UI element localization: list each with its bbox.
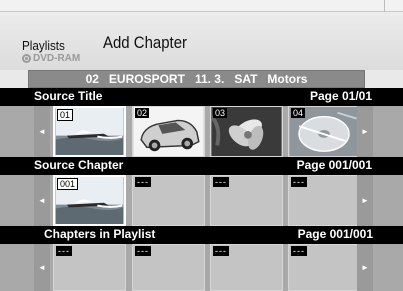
chapter-slot-empty[interactable]: --- [210, 175, 283, 226]
media-type: DVD-RAM [22, 53, 80, 64]
media-type-label: DVD-RAM [33, 53, 81, 64]
top-strip-divider [384, 0, 385, 12]
top-strip [0, 0, 403, 12]
source-chapter-panel: Source Chapter Page 001/001 ◄ 001 --- --… [0, 157, 403, 226]
playlist-slot-empty[interactable]: --- [288, 244, 361, 291]
chapter-thumbnail-001[interactable]: 001 [53, 175, 126, 226]
disc-icon [22, 54, 31, 63]
source-chapter-heading: Source Chapter [34, 158, 124, 172]
program-day: SAT [234, 72, 258, 86]
source-title-panel: Source Title Page 01/01 ◄ 01 02 03 04 ► [0, 88, 403, 157]
title-thumbnail-01[interactable]: 01 [53, 106, 126, 157]
scroll-left-icon[interactable]: ◄ [34, 244, 50, 291]
thumbnail-label: --- [291, 246, 307, 256]
scroll-left-icon[interactable]: ◄ [34, 106, 50, 157]
header: Playlists Add Chapter DVD-RAM [0, 12, 403, 70]
title-thumbnail-03[interactable]: 03 [210, 106, 283, 157]
tab-playlists[interactable]: Playlists [22, 38, 65, 53]
scroll-left-icon[interactable]: ◄ [34, 175, 50, 226]
source-title-page: Page 01/01 [309, 89, 372, 103]
thumbnail-label: 02 [135, 108, 150, 118]
thumbnail-label: --- [135, 177, 151, 187]
chapters-in-playlist-panel: Chapters in Playlist Page 001/001 ◄ --- … [0, 226, 403, 291]
program-title: Motors [267, 72, 308, 86]
thumbnail-label: --- [135, 246, 151, 256]
thumbnail-label: 01 [57, 109, 74, 121]
source-chapter-page: Page 001/001 [296, 158, 372, 172]
chapter-slot-empty[interactable]: --- [132, 175, 205, 226]
program-info-bar: 02 EUROSPORT 11. 3. SAT Motors [28, 70, 365, 88]
program-date: 11. 3. [194, 72, 225, 86]
chapter-slot-empty[interactable]: --- [288, 175, 361, 226]
tab-add-chapter[interactable]: Add Chapter [103, 33, 187, 53]
chapters-in-playlist-page: Page 001/001 [297, 227, 373, 241]
source-title-heading: Source Title [34, 89, 103, 103]
thumbnail-label: --- [213, 246, 229, 256]
title-thumbnail-04[interactable]: 04 [288, 106, 361, 157]
program-number: 02 [85, 72, 99, 86]
playlist-slot-empty[interactable]: --- [53, 244, 126, 291]
scroll-right-icon[interactable]: ► [357, 244, 373, 291]
chapters-in-playlist-strip: ◄ --- --- --- --- ► [0, 244, 403, 291]
thumbnail-label: 04 [291, 108, 306, 118]
chapters-in-playlist-heading: Chapters in Playlist [44, 227, 156, 241]
thumbnail-label: 03 [213, 108, 228, 118]
playlist-slot-empty[interactable]: --- [210, 244, 283, 291]
scroll-right-icon[interactable]: ► [357, 175, 373, 226]
playlist-slot-empty[interactable]: --- [132, 244, 205, 291]
program-channel: EUROSPORT [108, 72, 185, 86]
thumbnail-label: --- [291, 177, 307, 187]
thumbnail-label: 001 [57, 178, 79, 190]
thumbnail-label: --- [213, 177, 229, 187]
source-title-strip: ◄ 01 02 03 04 ► [0, 106, 403, 157]
thumbnail-label: --- [56, 246, 72, 256]
title-thumbnail-02[interactable]: 02 [132, 106, 205, 157]
scroll-right-icon[interactable]: ► [357, 106, 373, 157]
source-chapter-strip: ◄ 001 --- --- --- ► [0, 175, 403, 226]
